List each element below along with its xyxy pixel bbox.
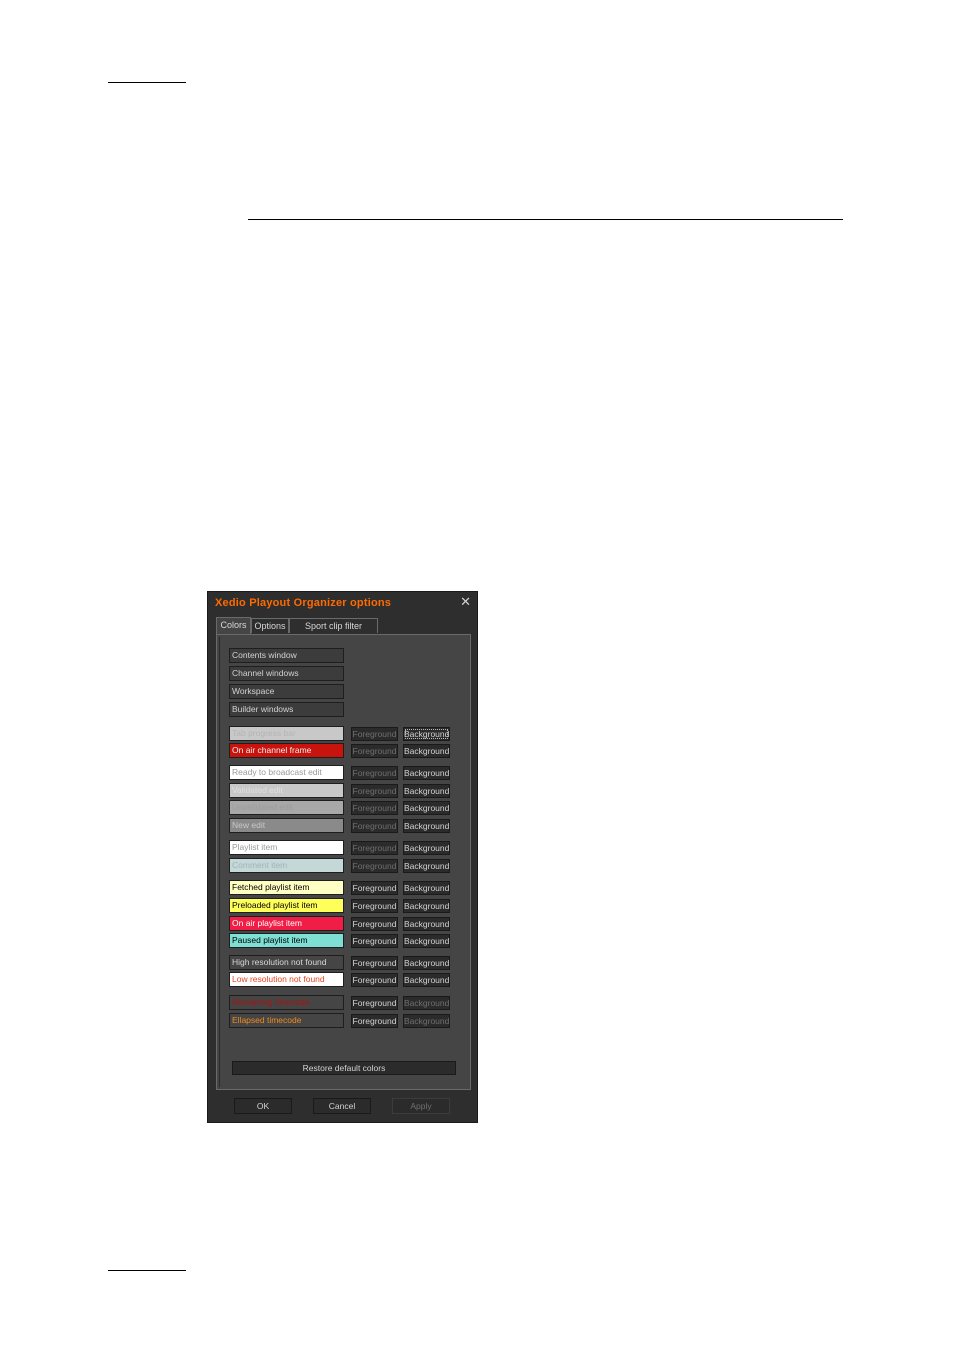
footer-rule [108, 1270, 186, 1271]
background-button-ready-to-broadcast-edit[interactable]: Background [403, 766, 450, 780]
color-sample-comment-item: Comment item [229, 858, 344, 873]
color-sample-unvalidated-edit: Unvalidated edit [229, 800, 344, 815]
foreground-button-paused-playlist-item[interactable]: Foreground [351, 934, 398, 948]
background-button-unvalidated-edit[interactable]: Background [403, 801, 450, 815]
color-sample-remaining-timecode: Remaining timecode [229, 995, 344, 1010]
color-sample-tab-progress-bar: Tab progress bar [229, 726, 344, 741]
background-button-on-air-playlist-item[interactable]: Background [403, 917, 450, 931]
background-button-tab-progress-bar[interactable]: Background [403, 727, 450, 741]
background-button-preloaded-playlist-item[interactable]: Background [403, 899, 450, 913]
options-dialog: Xedio Playout Organizer options ✕ Colors… [207, 591, 478, 1123]
color-sample-fetched-playlist-item: Fetched playlist item [229, 880, 344, 895]
color-sample-on-air-playlist-item: On air playlist item [229, 916, 344, 931]
foreground-button-ellapsed-timecode[interactable]: Foreground [351, 1014, 398, 1028]
foreground-button-fetched-playlist-item[interactable]: Foreground [351, 881, 398, 895]
section-button-builder-windows[interactable]: Builder windows [229, 702, 344, 717]
foreground-button-unvalidated-edit[interactable]: Foreground [351, 801, 398, 815]
background-button-fetched-playlist-item[interactable]: Background [403, 881, 450, 895]
foreground-button-new-edit[interactable]: Foreground [351, 819, 398, 833]
foreground-button-high-resolution-not-found[interactable]: Foreground [351, 956, 398, 970]
color-sample-playlist-item: Playlist item [229, 840, 344, 855]
color-sample-ready-to-broadcast-edit: Ready to broadcast edit [229, 765, 344, 780]
foreground-button-validated-edit[interactable]: Foreground [351, 784, 398, 798]
foreground-button-on-air-channel-frame[interactable]: Foreground [351, 744, 398, 758]
apply-button[interactable]: Apply [392, 1098, 450, 1114]
section-button-contents-window[interactable]: Contents window [229, 648, 344, 663]
background-button-paused-playlist-item[interactable]: Background [403, 934, 450, 948]
cancel-button[interactable]: Cancel [313, 1098, 371, 1114]
close-icon[interactable]: ✕ [460, 594, 471, 610]
color-sample-preloaded-playlist-item: Preloaded playlist item [229, 898, 344, 913]
tab-options[interactable]: Options [251, 618, 289, 633]
colors-panel: Contents window Channel windows Workspace B… [216, 634, 471, 1090]
restore-default-colors-button[interactable]: Restore default colors [232, 1061, 456, 1075]
background-button-playlist-item[interactable]: Background [403, 841, 450, 855]
background-button-high-resolution-not-found[interactable]: Background [403, 956, 450, 970]
background-button-remaining-timecode[interactable]: Background [403, 996, 450, 1010]
section-button-channel-windows[interactable]: Channel windows [229, 666, 344, 681]
foreground-button-remaining-timecode[interactable]: Foreground [351, 996, 398, 1010]
color-sample-high-resolution-not-found: High resolution not found [229, 955, 344, 970]
color-sample-low-resolution-not-found: Low resolution not found [229, 972, 344, 987]
foreground-button-on-air-playlist-item[interactable]: Foreground [351, 917, 398, 931]
background-button-new-edit[interactable]: Background [403, 819, 450, 833]
foreground-button-ready-to-broadcast-edit[interactable]: Foreground [351, 766, 398, 780]
foreground-button-preloaded-playlist-item[interactable]: Foreground [351, 899, 398, 913]
foreground-button-comment-item[interactable]: Foreground [351, 859, 398, 873]
title-bar[interactable]: Xedio Playout Organizer options ✕ [208, 592, 477, 614]
header-rule [108, 82, 186, 83]
background-button-low-resolution-not-found[interactable]: Background [403, 973, 450, 987]
tab-sport-clip-filter-options[interactable]: Sport clip filter options [289, 618, 378, 646]
foreground-button-low-resolution-not-found[interactable]: Foreground [351, 973, 398, 987]
ok-button[interactable]: OK [234, 1098, 292, 1114]
section-button-workspace[interactable]: Workspace [229, 684, 344, 699]
color-sample-paused-playlist-item: Paused playlist item [229, 933, 344, 948]
color-sample-ellapsed-timecode: Ellapsed timecode [229, 1013, 344, 1028]
foreground-button-tab-progress-bar[interactable]: Foreground [351, 727, 398, 741]
dialog-title: Xedio Playout Organizer options [215, 597, 392, 609]
background-button-ellapsed-timecode[interactable]: Background [403, 1014, 450, 1028]
foreground-button-playlist-item[interactable]: Foreground [351, 841, 398, 855]
tab-colors[interactable]: Colors [216, 617, 251, 634]
section-rule [248, 219, 843, 220]
background-button-comment-item[interactable]: Background [403, 859, 450, 873]
background-button-validated-edit[interactable]: Background [403, 784, 450, 798]
background-button-on-air-channel-frame[interactable]: Background [403, 744, 450, 758]
colors-panel-inner: Contents window Channel windows Workspace B… [219, 637, 468, 1087]
color-sample-on-air-channel-frame: On air channel frame [229, 743, 344, 758]
color-sample-validated-edit: Validated edit [229, 783, 344, 798]
color-sample-new-edit: New edit [229, 818, 344, 833]
